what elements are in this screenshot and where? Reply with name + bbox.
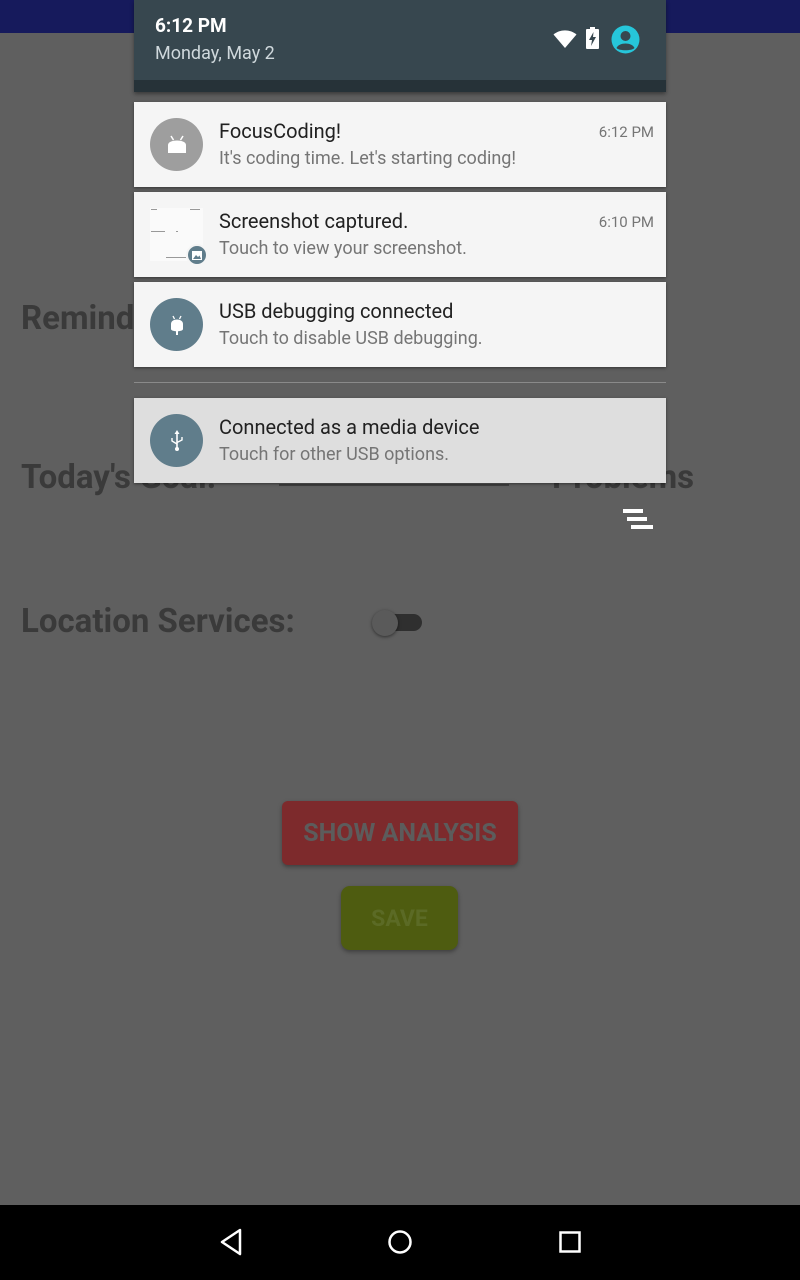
notification-shade-header[interactable]: 6:12 PM Monday, May 2 <box>134 0 666 92</box>
notification-time: 6:12 PM <box>598 123 654 141</box>
notification-title: USB debugging connected <box>219 299 454 323</box>
notification-divider <box>134 382 666 383</box>
notification-text: It's coding time. Let's starting coding! <box>219 148 517 169</box>
recents-icon[interactable] <box>557 1227 583 1257</box>
image-icon <box>186 244 208 266</box>
notification-media-device[interactable]: Connected as a media device Touch for ot… <box>134 398 666 483</box>
reminder-label: Remind <box>21 299 135 338</box>
notification-usb-debugging[interactable]: USB debugging connected Touch to disable… <box>134 282 666 367</box>
goal-input-underline[interactable] <box>279 484 509 486</box>
clear-all-icon[interactable] <box>620 508 656 532</box>
notification-title: Connected as a media device <box>219 415 480 439</box>
notification-title: FocusCoding! <box>219 119 342 143</box>
header-bottom-strip <box>134 80 666 92</box>
usb-icon <box>150 414 203 467</box>
usb-debug-android-icon <box>150 298 203 351</box>
notification-text: Touch to disable USB debugging. <box>219 328 483 349</box>
wifi-icon <box>553 30 577 48</box>
notification-title: Screenshot captured. <box>219 209 409 233</box>
navigation-bar <box>0 1205 800 1280</box>
home-icon[interactable] <box>386 1227 414 1257</box>
save-button[interactable]: SAVE <box>341 886 458 950</box>
notification-time: 6:10 PM <box>598 213 654 231</box>
location-services-label: Location Services: <box>21 602 295 641</box>
show-analysis-button[interactable]: SHOW ANALYSIS <box>282 801 518 865</box>
android-icon <box>150 118 203 171</box>
notification-focuscoding[interactable]: FocusCoding! It's coding time. Let's sta… <box>134 102 666 187</box>
user-account-icon[interactable] <box>611 25 640 54</box>
notification-text: Touch to view your screenshot. <box>219 238 467 259</box>
back-icon[interactable] <box>218 1227 244 1257</box>
location-toggle-thumb[interactable] <box>372 610 398 636</box>
notification-screenshot[interactable]: Screenshot captured. Touch to view your … <box>134 192 666 277</box>
battery-charging-icon <box>586 27 599 49</box>
clock: 6:12 PM <box>155 14 227 37</box>
date: Monday, May 2 <box>155 43 275 64</box>
notification-text: Touch for other USB options. <box>219 444 450 465</box>
